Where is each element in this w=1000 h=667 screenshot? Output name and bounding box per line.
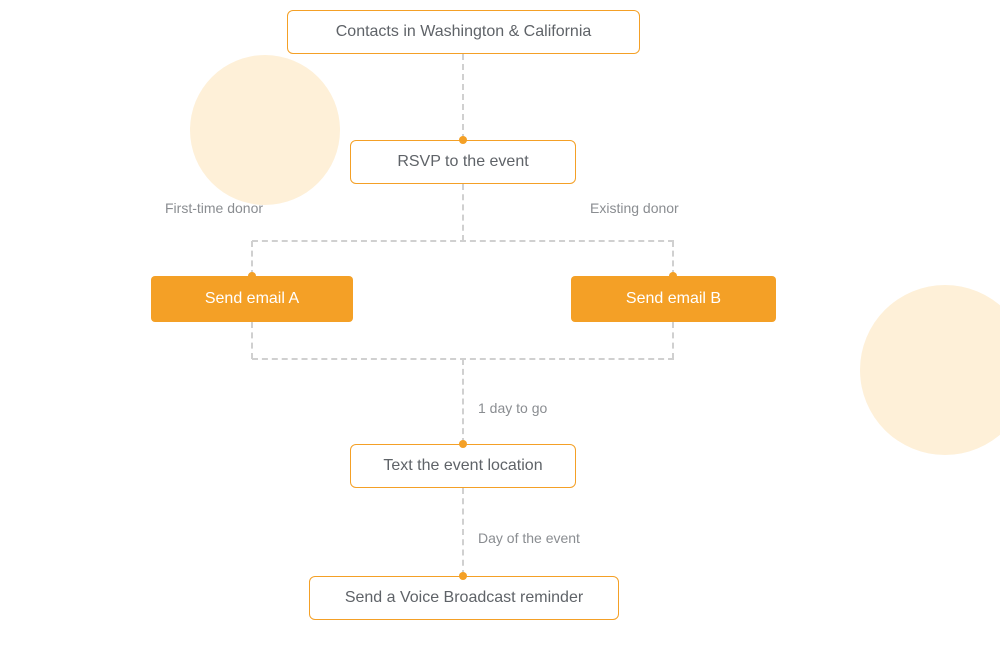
node-email-a-label: Send email A xyxy=(205,290,299,308)
dot-email-a-top xyxy=(248,272,256,280)
node-rsvp-label: RSVP to the event xyxy=(397,153,528,171)
connector-contacts-rsvp xyxy=(462,54,464,140)
connector-rejoin-left xyxy=(251,322,253,359)
connector-rejoin-right xyxy=(672,322,674,359)
dot-text-location-top xyxy=(459,440,467,448)
bg-circle-left xyxy=(190,55,340,205)
node-contacts-label: Contacts in Washington & California xyxy=(336,23,592,41)
label-branch-right: Existing donor xyxy=(590,200,679,216)
connector-branch-left xyxy=(251,241,253,276)
label-event-day: Day of the event xyxy=(478,530,580,546)
dot-voice-top xyxy=(459,572,467,580)
node-voice-reminder-label: Send a Voice Broadcast reminder xyxy=(345,589,583,607)
node-email-b: Send email B xyxy=(571,276,776,322)
node-text-location-label: Text the event location xyxy=(383,457,542,475)
node-voice-reminder: Send a Voice Broadcast reminder xyxy=(309,576,619,620)
label-1day: 1 day to go xyxy=(478,400,547,416)
dot-rsvp-top xyxy=(459,136,467,144)
dot-email-b-top xyxy=(669,272,677,280)
label-branch-left: First-time donor xyxy=(165,200,263,216)
node-email-a: Send email A xyxy=(151,276,353,322)
connector-split-horizontal xyxy=(252,240,674,242)
connector-branch-right xyxy=(672,241,674,276)
node-rsvp: RSVP to the event xyxy=(350,140,576,184)
node-contacts: Contacts in Washington & California xyxy=(287,10,640,54)
connector-rsvp-split xyxy=(462,184,464,241)
node-email-b-label: Send email B xyxy=(626,290,721,308)
connector-rejoin-center xyxy=(462,359,464,444)
connector-text-voice xyxy=(462,488,464,576)
node-text-location: Text the event location xyxy=(350,444,576,488)
bg-circle-right xyxy=(860,285,1000,455)
